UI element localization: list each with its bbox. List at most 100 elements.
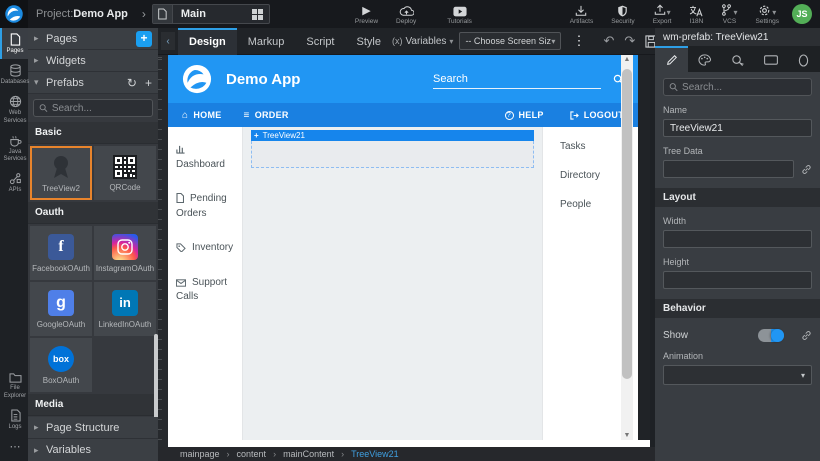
sidebar-item-web-services[interactable]: Web Services: [0, 90, 28, 128]
prefab-tile-qrcode[interactable]: QRCode: [94, 146, 156, 200]
redo-button[interactable]: ↷: [619, 33, 640, 49]
treeview-widget-body[interactable]: [251, 141, 534, 168]
properties-search-input[interactable]: [682, 82, 806, 93]
canvas-vertical-scrollbar[interactable]: ▲ ▼: [621, 55, 633, 440]
menu-item-tasks[interactable]: Tasks: [560, 141, 621, 152]
move-handle-icon[interactable]: +: [254, 130, 259, 141]
app-search-input[interactable]: [433, 70, 601, 88]
deploy-cloud-icon: [399, 4, 414, 17]
deploy-button[interactable]: Deploy: [396, 0, 416, 28]
sidebar-item-more[interactable]: ⋯: [0, 435, 28, 461]
properties-search[interactable]: [663, 78, 812, 96]
sidebar-item-java-services[interactable]: Java Services: [0, 129, 28, 167]
vcs-button[interactable]: ▾ VCS: [721, 0, 737, 28]
prefab-tile-treeview2[interactable]: TreeView2: [30, 146, 92, 200]
app-content-area[interactable]: + TreeView21: [243, 127, 542, 440]
export-button[interactable]: ▾ Export: [653, 0, 672, 28]
settings-button[interactable]: ▾ Settings: [756, 0, 780, 28]
sidebar-item-logs[interactable]: Logs: [0, 404, 28, 435]
tab-script[interactable]: Script: [295, 28, 345, 55]
tab-events[interactable]: [721, 46, 754, 72]
i18n-button[interactable]: I18N: [689, 0, 703, 28]
app-header[interactable]: Demo App: [168, 55, 638, 103]
scrollbar-thumb[interactable]: [622, 69, 632, 379]
nav-help[interactable]: ? HELP: [505, 110, 544, 120]
security-button[interactable]: Security: [611, 0, 634, 28]
sidebar-item-file-explorer[interactable]: File Explorer: [0, 367, 28, 403]
menu-item-directory[interactable]: Directory: [560, 170, 621, 181]
prefab-tile-googleoauth[interactable]: g GoogleOAuth: [30, 282, 92, 336]
treeview-widget-titlebar[interactable]: + TreeView21: [251, 130, 534, 141]
tab-styles[interactable]: [688, 46, 721, 72]
preview-button[interactable]: ▶ Preview: [355, 0, 378, 28]
nav-home[interactable]: ⌂ HOME: [182, 110, 222, 121]
menu-item-people[interactable]: People: [560, 199, 621, 210]
artifacts-button[interactable]: Artifacts: [570, 0, 593, 28]
bind-link-icon[interactable]: [801, 330, 812, 341]
caret-right-icon: ▸: [34, 33, 46, 44]
undo-button[interactable]: ↶: [598, 33, 619, 49]
sidebar-item-pages[interactable]: Pages: [0, 28, 28, 59]
sidebar-label: Logs: [8, 424, 21, 431]
app-search-field[interactable]: [433, 70, 601, 89]
collapse-left-button[interactable]: ‹: [161, 32, 175, 50]
sidebar-item-databases[interactable]: Databases: [0, 59, 28, 90]
app-body: Dashboard Pending Orders Inventory Suppo…: [168, 127, 621, 440]
accordion-widgets[interactable]: ▸ Widgets: [28, 50, 158, 72]
page-grid-icon[interactable]: [252, 9, 263, 20]
breadcrumb-item-content[interactable]: content: [237, 449, 267, 459]
menu-item-support-calls[interactable]: Support Calls: [176, 276, 234, 305]
section-header-basic: Basic: [28, 122, 158, 144]
prefab-search-input[interactable]: [52, 103, 147, 114]
scrollbar-down-arrow[interactable]: ▼: [621, 432, 633, 439]
show-toggle[interactable]: [758, 329, 784, 342]
tree-data-input[interactable]: [663, 160, 794, 178]
prefab-tile-label: QRCode: [109, 183, 140, 192]
user-avatar[interactable]: JS: [792, 4, 812, 24]
page-selector[interactable]: Main: [152, 4, 270, 24]
prefab-tile-linkedinoauth[interactable]: in LinkedInOAuth: [94, 282, 156, 336]
left-panel-scrollbar[interactable]: [154, 334, 158, 417]
name-input[interactable]: [663, 119, 812, 137]
prefab-tile-boxoauth[interactable]: box BoxOAuth: [30, 338, 92, 392]
tutorials-video-icon: [453, 4, 467, 17]
tab-markup[interactable]: Markup: [237, 28, 296, 55]
accordion-page-structure[interactable]: ▸ Page Structure: [28, 417, 158, 439]
variables-dropdown[interactable]: (x) Variables ▾: [392, 36, 453, 47]
nav-order[interactable]: ≡ ORDER: [244, 110, 289, 121]
wavemaker-logo[interactable]: [0, 0, 28, 28]
width-input[interactable]: [663, 230, 812, 248]
palette-icon: [698, 54, 711, 66]
prefab-search[interactable]: [33, 99, 153, 117]
menu-item-pending-orders[interactable]: Pending Orders: [176, 192, 234, 221]
accordion-variables[interactable]: ▸ Variables: [28, 439, 158, 461]
breadcrumb-item-mainpage[interactable]: mainpage: [180, 449, 220, 459]
height-input[interactable]: [663, 271, 812, 289]
treeview-widget[interactable]: + TreeView21: [251, 130, 534, 168]
prefab-tile-instagramoauth[interactable]: InstagramOAuth: [94, 226, 156, 280]
nav-logout[interactable]: LOGOUT: [570, 110, 624, 120]
add-page-button[interactable]: +: [136, 31, 152, 47]
menu-item-dashboard[interactable]: Dashboard: [176, 143, 234, 172]
more-options-kebab-icon[interactable]: ⋮: [567, 33, 590, 49]
design-canvas[interactable]: Demo App ⌂ HOME ≡ ORDER: [168, 55, 638, 447]
refresh-prefabs-icon[interactable]: ↻: [127, 76, 137, 90]
accordion-pages[interactable]: ▸ Pages +: [28, 28, 158, 50]
tab-properties[interactable]: [655, 46, 688, 72]
tutorials-button[interactable]: Tutorials: [447, 0, 472, 28]
tab-design[interactable]: Design: [178, 28, 237, 55]
tab-outline[interactable]: [787, 46, 820, 72]
prefab-tile-facebookoauth[interactable]: f FacebookOAuth: [30, 226, 92, 280]
breadcrumb-item-maincontent[interactable]: mainContent: [283, 449, 334, 459]
tab-style[interactable]: Style: [346, 28, 392, 55]
screen-size-dropdown[interactable]: -- Choose Screen Size -- ▾: [459, 32, 561, 50]
animation-select[interactable]: ▾: [663, 365, 812, 385]
accordion-prefabs[interactable]: ▾ Prefabs ↻ +: [28, 72, 158, 94]
tab-device[interactable]: [754, 46, 787, 72]
add-prefab-icon[interactable]: +: [145, 76, 152, 90]
breadcrumb-item-treeview21[interactable]: TreeView21: [351, 449, 399, 459]
scrollbar-up-arrow[interactable]: ▲: [621, 56, 633, 63]
menu-item-inventory[interactable]: Inventory: [176, 241, 234, 256]
sidebar-item-apis[interactable]: APIs: [0, 167, 28, 198]
bind-link-icon[interactable]: [801, 164, 812, 175]
